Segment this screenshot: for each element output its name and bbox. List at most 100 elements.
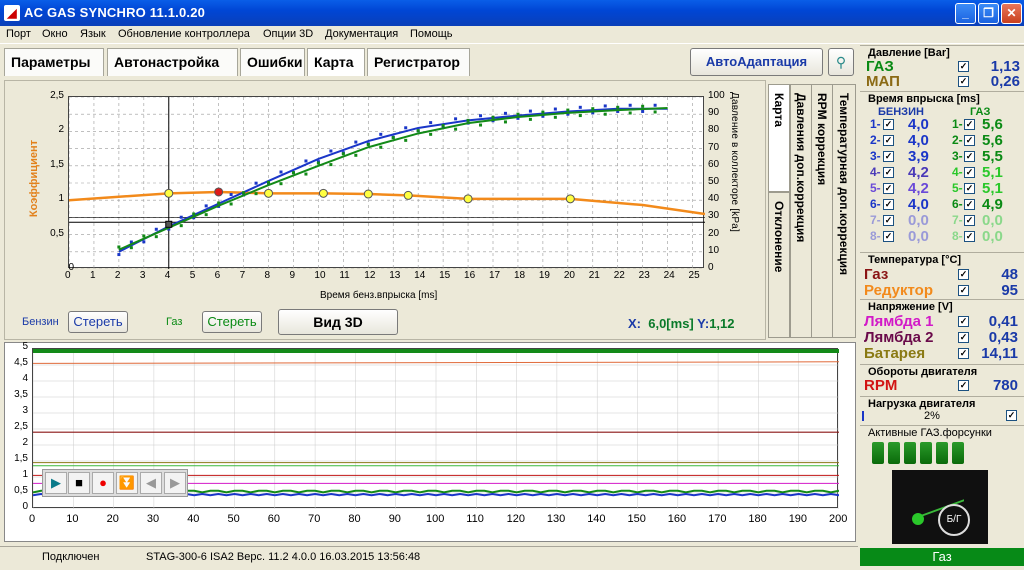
menu-help[interactable]: Помощь — [410, 28, 453, 40]
rec-y-tick: 0 — [22, 501, 28, 512]
tab-recorder[interactable]: Регистратор — [367, 48, 470, 76]
load-value: 2% — [924, 410, 940, 422]
map-scatter-point — [653, 103, 657, 107]
gas-injector-checkbox[interactable]: ✓ — [964, 199, 975, 210]
gas-injector-checkbox[interactable]: ✓ — [964, 119, 975, 130]
map-scatter-point — [316, 161, 320, 165]
rec-y-tick: 3,5 — [14, 389, 28, 400]
side-tab-map[interactable]: Карта — [768, 84, 790, 192]
petrol-injector-checkbox[interactable]: ✓ — [883, 167, 894, 178]
map-scatter-point — [528, 117, 532, 121]
gas-injector-checkbox[interactable]: ✓ — [964, 231, 975, 242]
menu-language[interactable]: Язык — [80, 28, 106, 40]
gas-injector-label: 7- — [952, 213, 963, 227]
petrol-injector-checkbox[interactable]: ✓ — [883, 183, 894, 194]
switch-button[interactable]: Б/Г — [938, 504, 970, 536]
save-icon[interactable]: ⏬ — [116, 472, 138, 494]
play-icon[interactable]: ▶ — [45, 472, 67, 494]
lambda1-value: 0,41 — [988, 313, 1018, 330]
side-tab-temp-correction[interactable]: Температурная доп.коррекция — [832, 84, 856, 338]
map-plot-area[interactable] — [68, 96, 706, 270]
map-x-tick: 10 — [314, 270, 326, 281]
map-pressure-checkbox[interactable]: ✓ — [958, 76, 969, 87]
reducer-temp-label: Редуктор — [864, 282, 934, 299]
petrol-injector-checkbox[interactable]: ✓ — [883, 199, 894, 210]
tab-map[interactable]: Карта — [307, 48, 365, 76]
map-point — [565, 194, 575, 204]
close-button[interactable]: ✕ — [1001, 3, 1022, 24]
gas-injector-value: 4,9 — [982, 196, 1003, 213]
tool-icon[interactable]: ⚲ — [828, 48, 854, 76]
side-tab-rpm-correction[interactable]: RPM коррекция — [811, 84, 833, 338]
tab-parameters[interactable]: Параметры — [4, 48, 104, 76]
switch-panel[interactable]: Б/Г — [892, 470, 988, 544]
side-tab-pressure-correction[interactable]: Давления доп.коррекция — [790, 84, 812, 338]
map-scatter-point — [616, 105, 620, 109]
petrol-injector-checkbox[interactable]: ✓ — [883, 151, 894, 162]
map-scatter-point — [429, 132, 433, 136]
petrol-injector-value: 4,0 — [908, 116, 929, 133]
map-scatter-point — [254, 181, 258, 185]
map-scatter-point — [217, 201, 221, 205]
map-scatter-point — [379, 145, 383, 149]
tab-autotune[interactable]: Автонастройка — [107, 48, 238, 76]
map-y-left-tick: 2,5 — [50, 90, 64, 101]
gas-pressure-checkbox[interactable]: ✓ — [958, 61, 969, 72]
petrol-injector-checkbox[interactable]: ✓ — [883, 119, 894, 130]
gas-injector-checkbox[interactable]: ✓ — [964, 135, 975, 146]
map-scatter-point — [154, 235, 158, 239]
map-x-tick: 3 — [139, 270, 146, 281]
map-scatter-point — [279, 170, 283, 174]
menu-firmware-update[interactable]: Обновление контроллера — [118, 28, 250, 40]
prev-icon[interactable]: ◀ — [140, 472, 162, 494]
gas-clear-button[interactable]: Стереть — [202, 311, 262, 333]
menu-window[interactable]: Окно — [42, 28, 68, 40]
reducer-temp-value: 95 — [1001, 282, 1018, 299]
injector-icon — [920, 442, 932, 464]
view-3d-button[interactable]: Вид 3D — [278, 309, 398, 335]
next-icon[interactable]: ▶ — [164, 472, 186, 494]
petrol-injector-checkbox[interactable]: ✓ — [883, 215, 894, 226]
gas-injector-value: 5,6 — [982, 132, 1003, 149]
gas-injector-label: 6- — [952, 197, 963, 211]
gas-temp-value: 48 — [1001, 266, 1018, 283]
side-tab-deviation[interactable]: Отклонение — [768, 192, 790, 338]
menu-3d-options[interactable]: Опции 3D — [263, 28, 313, 40]
map-pressure-value: 0,26 — [990, 73, 1020, 90]
maximize-button[interactable]: ❐ — [978, 3, 999, 24]
map-scatter-point — [578, 114, 582, 118]
record-icon[interactable]: ● — [92, 472, 114, 494]
gas-injector-checkbox[interactable]: ✓ — [964, 151, 975, 162]
menu-documentation[interactable]: Документация — [325, 28, 398, 40]
gas-injector-label: 8- — [952, 229, 963, 243]
tab-errors[interactable]: Ошибки — [240, 48, 305, 76]
stop-icon[interactable]: ■ — [68, 472, 90, 494]
map-scatter-point — [354, 140, 358, 144]
map-scatter-point — [491, 115, 495, 119]
y-axis-right-label: Давление в коллекторе [kPa] — [729, 92, 740, 233]
map-point — [463, 194, 473, 204]
petrol-injector-checkbox[interactable]: ✓ — [883, 231, 894, 242]
menu-port[interactable]: Порт — [6, 28, 31, 40]
gas-injector-checkbox[interactable]: ✓ — [964, 215, 975, 226]
rec-x-tick: 160 — [667, 513, 687, 525]
autoadapt-button[interactable]: АвтоАдаптация — [690, 48, 823, 76]
gas-injector-checkbox[interactable]: ✓ — [964, 183, 975, 194]
gas-injector-checkbox[interactable]: ✓ — [964, 167, 975, 178]
map-scatter-point — [404, 138, 408, 142]
map-scatter-point — [578, 105, 582, 109]
cursor-y-label: Y: — [697, 316, 710, 331]
rec-x-tick: 140 — [587, 513, 606, 525]
petrol-clear-button[interactable]: Стереть — [68, 311, 128, 333]
map-scatter-point — [142, 234, 146, 238]
load-checkbox[interactable]: ✓ — [1006, 410, 1017, 421]
map-x-tick: 9 — [289, 270, 296, 281]
minimize-button[interactable]: _ — [955, 3, 976, 24]
lambda2-label: Лямбда 2 — [864, 329, 934, 346]
petrol-injector-checkbox[interactable]: ✓ — [883, 135, 894, 146]
map-point — [318, 188, 328, 198]
petrol-injector-label: 1- — [870, 117, 881, 131]
rec-x-tick: 20 — [106, 513, 119, 525]
map-scatter-point — [229, 202, 233, 206]
cursor-x-value: 6,0[ms] — [648, 316, 694, 331]
